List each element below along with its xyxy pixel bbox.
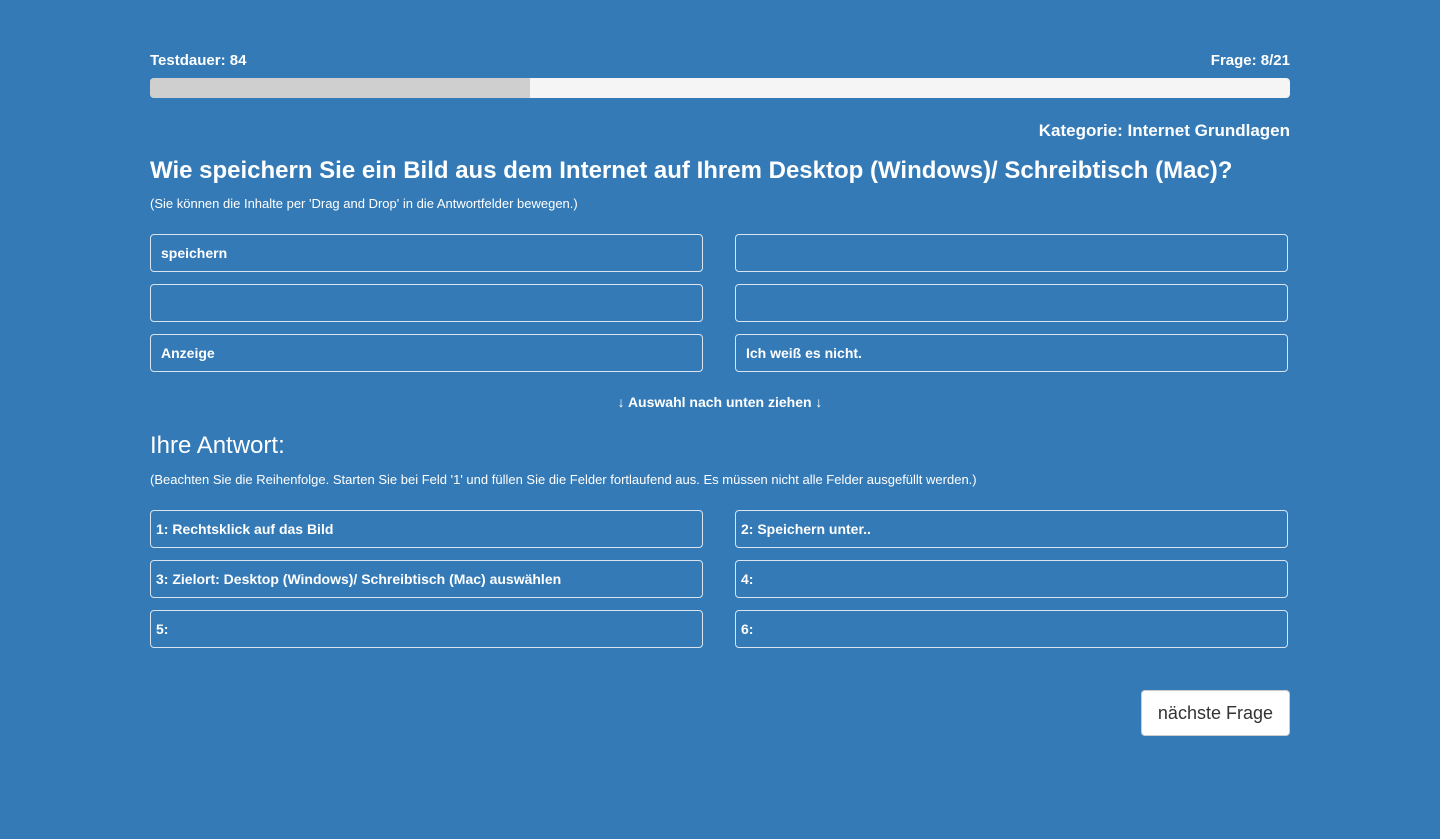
- progress-bar: [150, 78, 1290, 98]
- option-item[interactable]: speichern: [150, 234, 703, 272]
- option-slot-empty[interactable]: [735, 234, 1288, 272]
- option-slot-empty[interactable]: [735, 284, 1288, 322]
- answer-slot-1[interactable]: 1: Rechtsklick auf das Bild: [150, 510, 703, 548]
- progress-bar-fill: [150, 78, 530, 98]
- drag-down-hint: ↓ Auswahl nach unten ziehen ↓: [617, 394, 823, 410]
- answer-slot-5[interactable]: 5:: [150, 610, 703, 648]
- option-slot-empty[interactable]: [150, 284, 703, 322]
- answer-instruction: (Beachten Sie die Reihenfolge. Starten S…: [150, 472, 977, 487]
- next-question-button[interactable]: nächste Frage: [1140, 690, 1290, 736]
- answer-slot-6[interactable]: 6:: [735, 610, 1288, 648]
- answer-slot-3[interactable]: 3: Zielort: Desktop (Windows)/ Schreibti…: [150, 560, 703, 598]
- question-title: Wie speichern Sie ein Bild aus dem Inter…: [150, 157, 1233, 184]
- option-item[interactable]: Anzeige: [150, 334, 703, 372]
- drag-instruction: (Sie können die Inhalte per 'Drag and Dr…: [150, 196, 578, 211]
- option-item[interactable]: Ich weiß es nicht.: [735, 334, 1288, 372]
- question-counter: Frage: 8/21: [1210, 52, 1290, 69]
- category-label: Kategorie: Internet Grundlagen: [1038, 121, 1290, 140]
- answer-slot-2[interactable]: 2: Speichern unter..: [735, 510, 1288, 548]
- answer-heading: Ihre Antwort:: [150, 432, 285, 459]
- test-duration: Testdauer: 84: [150, 52, 247, 69]
- answer-slot-4[interactable]: 4:: [735, 560, 1288, 598]
- quiz-header: Testdauer: 84 Frage: 8/21: [150, 52, 1290, 72]
